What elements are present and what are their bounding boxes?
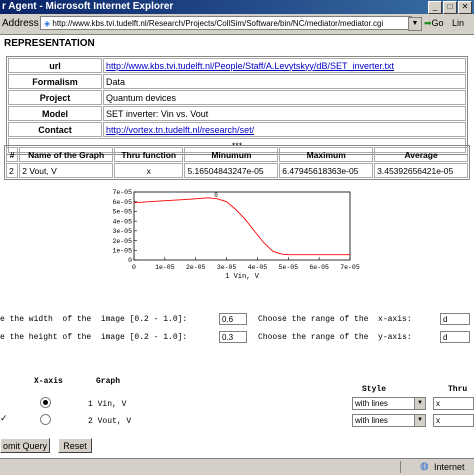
width-input[interactable]: 0.6 — [219, 313, 247, 325]
yrange-label: Choose the range of the y-axis: — [258, 333, 412, 342]
yrange-input[interactable]: d — [440, 331, 470, 343]
thru-header: Thru — [448, 385, 468, 394]
y-tick-label: 4e-05 — [112, 218, 132, 225]
contact-link[interactable]: http://vortex.tn.tudelft.nl/research/set… — [103, 122, 466, 137]
plot-frame — [133, 191, 351, 261]
y-tick-label: 1e-05 — [112, 247, 132, 254]
window-controls: _ □ ✕ — [428, 1, 472, 14]
page-title: REPRESENTATION — [4, 38, 95, 49]
xaxis-radio-2[interactable] — [40, 414, 51, 425]
chevron-down-icon: ▼ — [414, 398, 425, 409]
col-header: Minumum — [184, 147, 279, 162]
xrange-input[interactable]: d — [440, 313, 470, 325]
table-row: 2 2 Vout, V x 5.16504843247e-05 6.479456… — [6, 163, 468, 178]
info-label: Model — [8, 106, 102, 121]
go-button[interactable]: ➡Go — [424, 16, 444, 30]
graph-checkbox-2[interactable]: ✓ — [0, 414, 8, 423]
style-select-1[interactable]: with lines ▼ — [352, 397, 426, 410]
info-label: Project — [8, 90, 102, 105]
info-row: Contact http://vortex.tn.tudelft.nl/rese… — [8, 122, 466, 137]
xaxis-radio-1[interactable] — [40, 397, 51, 408]
links-button[interactable]: Lin — [452, 16, 464, 30]
col-header: Thru function — [114, 147, 184, 162]
y-tick-label: 5e-05 — [112, 209, 132, 216]
y-tick-label: 6e-05 — [112, 199, 132, 206]
y-tick-label: 7e-05 — [112, 189, 132, 196]
style-header: Style — [362, 385, 387, 394]
height-label: e the height of the image [0.2 - 1.0]: — [0, 333, 188, 342]
go-label: Go — [431, 18, 444, 28]
globe-icon: ◍ — [420, 461, 429, 472]
maximize-button[interactable]: □ — [443, 1, 457, 14]
y-tick-label: 0 — [128, 257, 132, 264]
xaxis-header: X-axis — [34, 377, 63, 386]
table-cell: 2 — [6, 163, 19, 178]
style-value: with lines — [355, 416, 388, 425]
info-row: url http://www.kbs.tvi.tudelft.nl/People… — [8, 58, 466, 73]
minimize-button[interactable]: _ — [428, 1, 442, 14]
chevron-down-icon: ▼ — [414, 415, 425, 426]
x-tick-label: 7e-05 — [340, 264, 360, 271]
info-row: Model SET inverter: Vin vs. Vout — [8, 106, 466, 121]
x-axis-label: 1 Vin, V — [225, 273, 259, 281]
x-tick-label: 5e-05 — [279, 264, 299, 271]
window-title: r Agent - Microsoft Internet Explorer — [2, 1, 174, 12]
info-label: Formalism — [8, 74, 102, 89]
info-value: Quantum devices — [103, 90, 466, 105]
info-value: SET inverter: Vin vs. Vout — [103, 106, 466, 121]
x-tick-label: 2e-05 — [186, 264, 206, 271]
status-bar: ◍ Internet — [0, 458, 474, 475]
col-header: # — [6, 147, 19, 162]
info-label: Contact — [8, 122, 102, 137]
col-header: Maximum — [279, 147, 374, 162]
window-titlebar: r Agent - Microsoft Internet Explorer — [0, 0, 474, 14]
table-cell: 5.16504843247e-05 — [184, 163, 279, 178]
style-value: with lines — [355, 399, 388, 408]
style-select-2[interactable]: with lines ▼ — [352, 414, 426, 427]
table-cell: x — [114, 163, 184, 178]
submit-query-button[interactable]: omit Query — [0, 438, 50, 453]
info-table: url http://www.kbs.tvi.tudelft.nl/People… — [6, 56, 468, 155]
col-header: Name of the Graph — [19, 147, 114, 162]
info-value: Data — [103, 74, 466, 89]
x-tick-label: 4e-05 — [248, 264, 268, 271]
address-dropdown-icon[interactable]: ▼ — [408, 17, 422, 31]
line-chart: 0 1e-05 2e-05 3e-05 4e-05 5e-05 6e-05 7e-05 0 1e-… — [112, 189, 360, 281]
x-tick-label: 0 — [132, 264, 136, 271]
height-input[interactable]: 0.3 — [219, 331, 247, 343]
radio-dot-icon — [43, 400, 48, 405]
xrange-label: Choose the range of the x-axis: — [258, 315, 412, 324]
x-tick-label: 1e-05 — [155, 264, 175, 271]
width-label: e the width of the image [0.2 - 1.0]: — [0, 315, 188, 324]
table-cell: 3.45392656421e-05 — [374, 163, 468, 178]
close-button[interactable]: ✕ — [458, 1, 472, 14]
y-tick-label: 2e-05 — [112, 238, 132, 245]
info-url-link[interactable]: http://www.kbs.tvi.tudelft.nl/People/Sta… — [103, 58, 466, 73]
series-marker-label: 0 — [214, 192, 218, 199]
status-divider — [400, 461, 401, 473]
address-label: Address — [2, 18, 39, 29]
graph-header: Graph — [96, 377, 121, 386]
info-label: url — [8, 58, 102, 73]
thru-input-2[interactable]: x — [433, 414, 474, 427]
table-cell: 6.47945618363e-05 — [279, 163, 374, 178]
go-arrow-icon: ➡ — [424, 18, 432, 28]
y-tick-label: 3e-05 — [112, 228, 132, 235]
address-input[interactable]: ◈ http://www.kbs.tvi.tudelft.nl/Research… — [40, 16, 412, 30]
col-header: Average — [374, 147, 468, 162]
info-row: Formalism Data — [8, 74, 466, 89]
x-tick-label: 3e-05 — [217, 264, 237, 271]
status-zone: Internet — [434, 462, 465, 472]
info-row: Project Quantum devices — [8, 90, 466, 105]
table-header-row: # Name of the Graph Thru function Minumu… — [6, 147, 468, 162]
reset-button[interactable]: Reset — [58, 438, 92, 453]
graph-label-1: 1 Vin, V — [88, 400, 127, 409]
address-url: http://www.kbs.tvi.tudelft.nl/Research/P… — [52, 19, 384, 28]
address-bar: Address ◈ http://www.kbs.tvi.tudelft.nl/… — [0, 14, 474, 35]
thru-input-1[interactable]: x — [433, 397, 474, 410]
graph-label-2: 2 Vout, V — [88, 417, 132, 426]
data-table: # Name of the Graph Thru function Minumu… — [4, 145, 470, 180]
table-cell: 2 Vout, V — [19, 163, 114, 178]
x-tick-label: 6e-05 — [309, 264, 329, 271]
